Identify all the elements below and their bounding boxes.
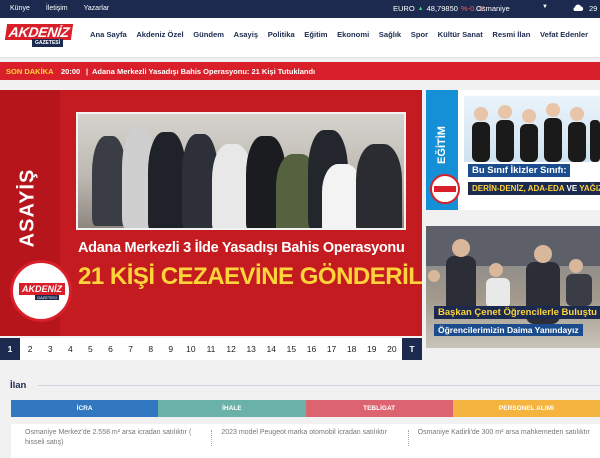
menu-item-saglik[interactable]: Sağlık <box>379 30 401 39</box>
menu-item-gundem[interactable]: Gündem <box>193 30 224 39</box>
top-bar: Künye İletişim Yazarlar EURO ▲ 48,79850 … <box>0 0 600 18</box>
pager-item[interactable]: 8 <box>141 338 161 360</box>
menu-item-akdeniz-ozel[interactable]: Akdeniz Özel <box>136 30 183 39</box>
side1-subline-b: YAĞIZ <box>579 184 600 193</box>
section-divider <box>38 385 600 386</box>
menu-item-asayis[interactable]: Asayiş <box>234 30 259 39</box>
site-logo[interactable]: AKDENİZ GAZETESİ <box>4 24 74 47</box>
menu: Ana Sayfa Akdeniz Özel Gündem Asayiş Pol… <box>90 30 598 39</box>
pager-item[interactable]: 10 <box>181 338 201 360</box>
pager-item[interactable]: 5 <box>80 338 100 360</box>
hero-photo <box>76 112 406 230</box>
side-category: EĞİTİM <box>436 126 448 164</box>
hero-category: ASAYİŞ <box>16 168 39 248</box>
ilan-list: Osmaniye Merkez'de 2.558 m² arsa icradan… <box>11 424 600 458</box>
list-item[interactable]: 2023 model Peugeot marka otomobil icrada… <box>207 424 403 458</box>
menu-item-ana-sayfa[interactable]: Ana Sayfa <box>90 30 127 39</box>
logo-word: AKDENİZ <box>4 24 74 40</box>
pager-item[interactable]: 11 <box>201 338 221 360</box>
pager-item[interactable]: 14 <box>261 338 281 360</box>
cloud-icon <box>572 3 584 14</box>
pager-item[interactable]: 19 <box>362 338 382 360</box>
pager-item-all[interactable]: T <box>401 338 422 360</box>
currency-value: 48,79850 <box>426 4 458 13</box>
logo-sub: GAZETESİ <box>32 39 64 47</box>
akdeniz-stamp-logo: AKDENİZ GAZETESİ <box>10 260 72 322</box>
side-news-card-egitim[interactable]: EĞİTİM Bu Sınıf İkizler Sınıfı: DERİN-DE… <box>426 90 600 210</box>
breaking-news-bar: SON DAKİKA 20:00 | Adana Merkezli Yasadı… <box>0 62 600 80</box>
currency-name: EURO <box>393 4 415 13</box>
side1-subline[interactable]: DERİN-DENİZ, ADA-EDA VE YAĞIZ <box>468 182 600 195</box>
top-link-kunye[interactable]: Künye <box>10 5 30 12</box>
currency-ticker: EURO ▲ 48,79850 %-0.02 <box>393 4 485 13</box>
menu-item-ekonomi[interactable]: Ekonomi <box>337 30 369 39</box>
hero-title-line1[interactable]: Adana Merkezli 3 İlde Yasadışı Bahis Ope… <box>78 240 408 256</box>
pager-item[interactable]: 4 <box>60 338 80 360</box>
menu-item-vefat-edenler[interactable]: Vefat Edenler <box>540 30 588 39</box>
ilan-tabs: İCRA İHALE TEBLİGAT PERSONEL ALIMI <box>11 400 600 417</box>
side2-headline[interactable]: Başkan Çenet Öğrencilerle Buluştu <box>434 306 600 319</box>
menu-item-politika[interactable]: Politika <box>268 30 295 39</box>
pager-item[interactable]: 12 <box>221 338 241 360</box>
breaking-headline[interactable]: Adana Merkezli Yasadışı Bahis Operasyonu… <box>92 67 315 76</box>
side1-headline[interactable]: Bu Sınıf İkizler Sınıfı: <box>468 164 571 177</box>
pager-item[interactable]: 7 <box>121 338 141 360</box>
pager-item[interactable]: 2 <box>20 338 40 360</box>
side1-subline-ve: VE <box>566 184 578 193</box>
list-item[interactable]: Osmaniye Kadirli'de 300 m² arsa mahkemed… <box>404 424 600 458</box>
list-item[interactable]: Osmaniye Merkez'de 2.558 m² arsa icradan… <box>11 424 207 458</box>
hero-title-line2[interactable]: 21 KİŞİ CEZAEVİNE GÖNDERİLDİ <box>78 263 422 291</box>
pager-item[interactable]: 6 <box>100 338 120 360</box>
up-arrow-icon: ▲ <box>417 5 424 12</box>
main-nav: AKDENİZ GAZETESİ Ana Sayfa Akdeniz Özel … <box>0 18 600 58</box>
tab-icra[interactable]: İCRA <box>11 400 159 417</box>
top-link-yazarlar[interactable]: Yazarlar <box>84 5 110 12</box>
pager-item[interactable]: 16 <box>301 338 321 360</box>
pager-item[interactable]: 17 <box>322 338 342 360</box>
temperature: 29 <box>589 4 598 13</box>
tab-tebligat[interactable]: TEBLİGAT <box>305 400 453 417</box>
chevron-down-icon[interactable]: ▼ <box>542 4 548 10</box>
pager-item[interactable]: 20 <box>382 338 402 360</box>
side-photo-kids <box>464 96 600 162</box>
top-link-iletisim[interactable]: İletişim <box>46 5 68 12</box>
pager-item[interactable]: 9 <box>161 338 181 360</box>
pager-item[interactable]: 13 <box>241 338 261 360</box>
pager-item[interactable]: 3 <box>40 338 60 360</box>
tab-personel-alimi[interactable]: PERSONEL ALIMI <box>452 400 600 417</box>
menu-item-resmi-ilan[interactable]: Resmi İlan <box>492 30 530 39</box>
side1-subline-a: DERİN-DENİZ, ADA-EDA <box>472 184 565 193</box>
menu-item-spor[interactable]: Spor <box>411 30 428 39</box>
stamp-sub: GAZETESİ <box>35 295 59 300</box>
pager-item[interactable]: 15 <box>281 338 301 360</box>
menu-item-kultur-sanat[interactable]: Kültür Sanat <box>438 30 483 39</box>
tab-ihale[interactable]: İHALE <box>158 400 306 417</box>
top-links: Künye İletişim Yazarlar <box>10 5 109 12</box>
ilan-section-title: İlan <box>10 380 27 391</box>
pager-item[interactable]: 1 <box>0 338 21 360</box>
breaking-label: SON DAKİKA <box>6 67 54 76</box>
hero-pager: 1 2 3 4 5 6 7 8 9 10 11 12 13 14 15 16 1… <box>0 338 422 360</box>
stamp-word: AKDENİZ <box>19 283 65 295</box>
side1-stamp-logo <box>430 174 460 204</box>
city-selector[interactable]: Osmaniye <box>476 4 510 13</box>
breaking-separator: | <box>86 67 89 76</box>
side2-subline[interactable]: Öğrencilerimizin Daima Yanındayız <box>434 324 583 336</box>
side-news-card-baskan[interactable]: Başkan Çenet Öğrencilerle Buluştu Öğrenc… <box>426 226 600 348</box>
menu-item-egitim[interactable]: Eğitim <box>304 30 327 39</box>
pager-item[interactable]: 18 <box>342 338 362 360</box>
hero-slider[interactable]: ASAYİŞ Adana Merkezli 3 İlde Yasadışı Ba… <box>0 90 422 336</box>
breaking-time: 20:00 <box>61 67 81 76</box>
